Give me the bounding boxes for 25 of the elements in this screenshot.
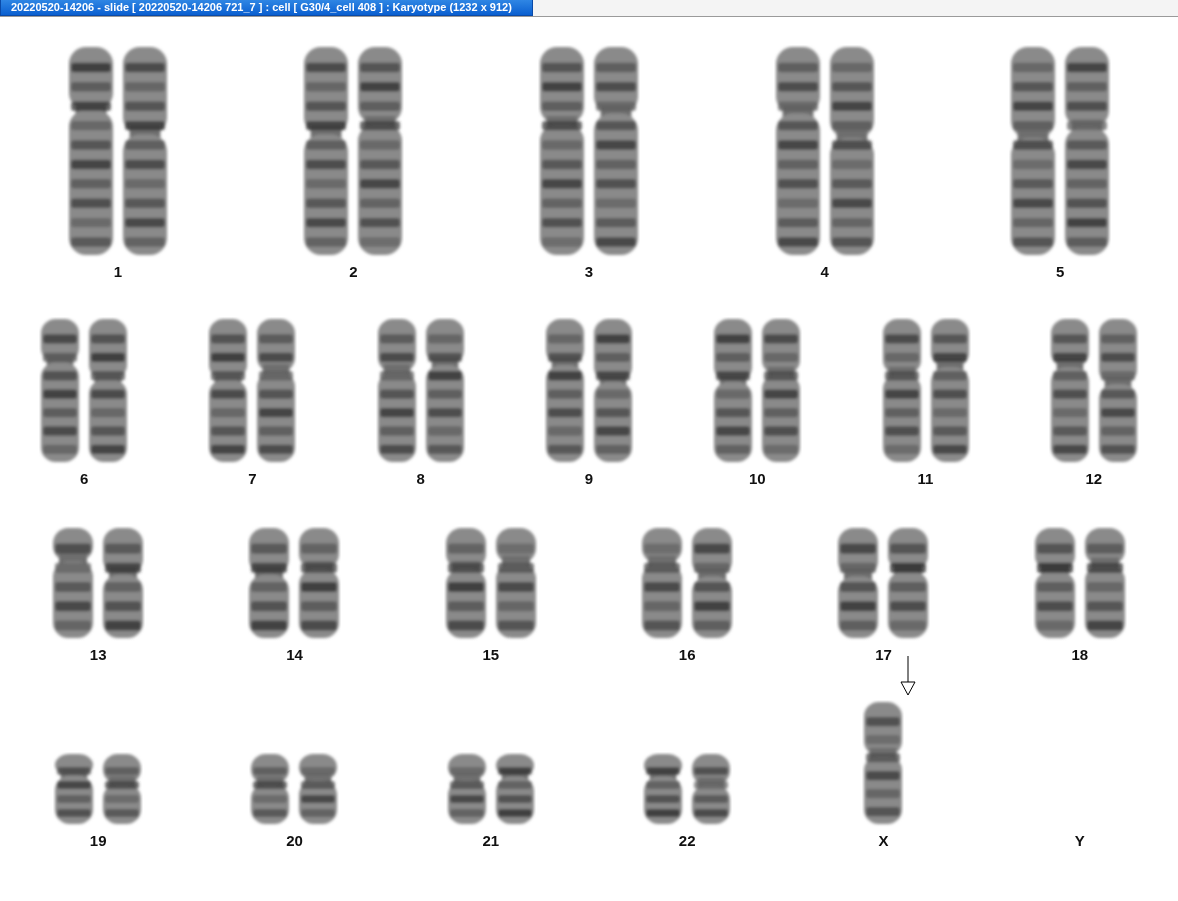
chromosome-label: Y — [1074, 832, 1085, 849]
chromosome-label: 12 — [1085, 470, 1103, 487]
chromosome-label: 11 — [917, 470, 934, 487]
chromosome-label: 20 — [286, 832, 303, 849]
window-title: 20220520-14206 - slide [ 20220520-14206 721_7 ] : cell [ G30/4_cell 408 ] : Karyotype (1232 x 912) — [0, 0, 533, 16]
chromosome-label: 17 — [875, 646, 892, 663]
chromosome-label: 22 — [678, 832, 696, 849]
chromosome-label: 6 — [79, 470, 89, 487]
chromosome-label: 7 — [248, 470, 257, 487]
chromosome-label: X — [878, 832, 889, 849]
chromosome-label: 15 — [482, 646, 500, 663]
chromosome-label: 5 — [1056, 263, 1065, 280]
chromosome-label: 21 — [482, 832, 500, 849]
chromosome-label: 16 — [678, 646, 696, 663]
chromosome-label: 18 — [1071, 646, 1089, 663]
chromosome-label: 3 — [584, 263, 594, 280]
chromosome-label: 14 — [286, 646, 303, 663]
chromosome-label: 8 — [416, 470, 425, 487]
chromosome-label: 13 — [89, 646, 107, 663]
chromosome-label: 4 — [820, 263, 829, 280]
chromosome-label: 1 — [113, 263, 122, 280]
chromosome-label: 19 — [89, 832, 107, 849]
chromosome-label: 10 — [748, 470, 766, 487]
chromosome-label: 2 — [349, 263, 358, 280]
chromosome-label: 9 — [584, 470, 594, 487]
